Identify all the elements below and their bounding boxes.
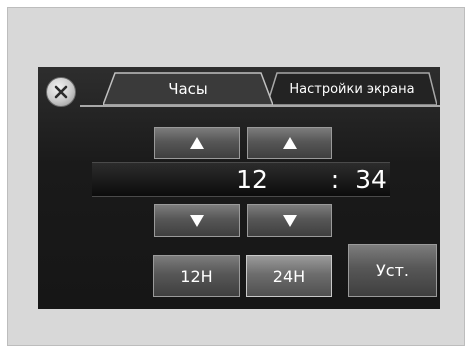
hours-down-button[interactable] [154,204,240,237]
close-icon [54,85,68,99]
arrow-up-icon [282,137,297,149]
tab-underline [80,105,440,107]
clock-settings-screen: Настройки экрана Часы 12 : 34 12H 24H Ус… [38,67,440,309]
tab-clock-label: Часы [168,80,208,98]
arrow-up-icon [190,137,204,149]
arrow-down-icon [190,214,204,227]
tab-display-settings-label: Настройки экрана [289,81,415,97]
set-button-label: Уст. [376,261,409,280]
hours-up-button[interactable] [154,127,240,159]
minutes-value: 34 [355,165,387,194]
tab-display-settings[interactable]: Настройки экрана [267,72,437,106]
arrow-down-icon [282,214,297,227]
mode-12h-button[interactable]: 12H [153,255,240,297]
mode-24h-button[interactable]: 24H [246,255,332,297]
set-button[interactable]: Уст. [348,244,437,297]
mode-24h-label: 24H [272,266,306,286]
hours-value: 12 [236,165,268,194]
mode-12h-label: 12H [180,266,213,286]
close-button[interactable] [46,77,76,107]
time-display: 12 : 34 [92,162,390,197]
tab-clock[interactable]: Часы [103,72,273,106]
minutes-up-button[interactable] [247,127,332,159]
minutes-down-button[interactable] [247,204,332,237]
